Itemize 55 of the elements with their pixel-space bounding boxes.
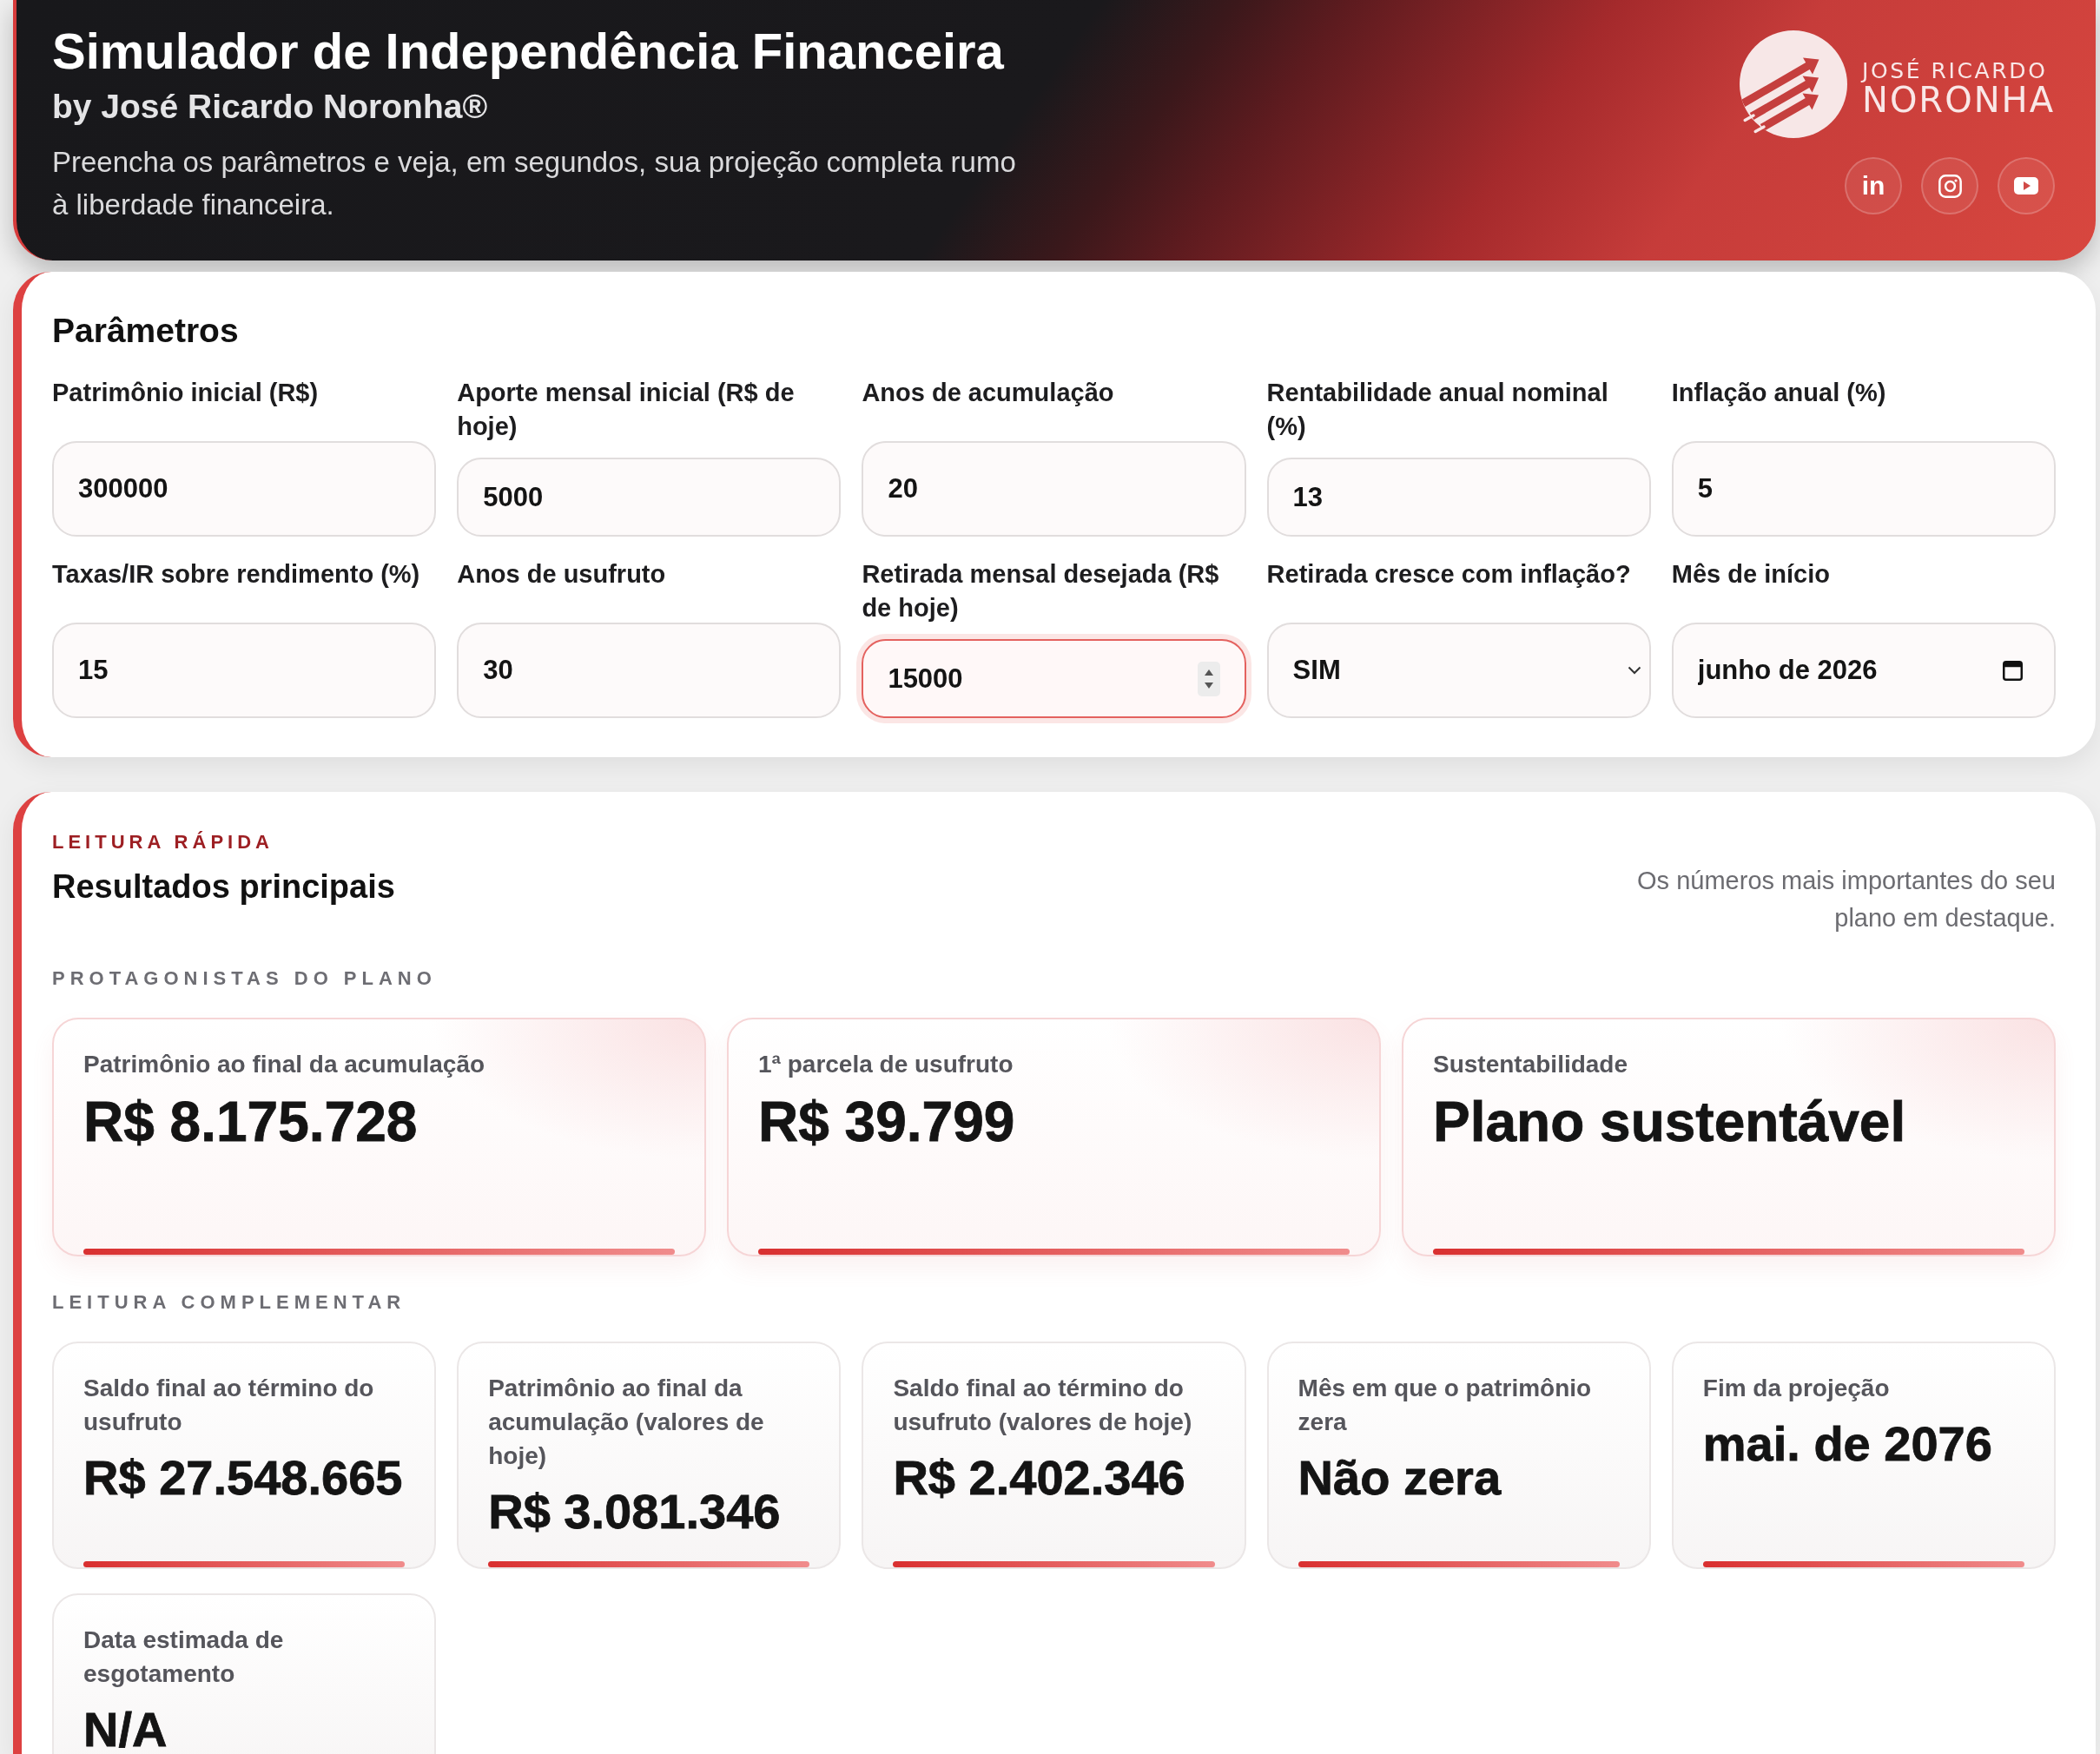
field-label: Anos de usufruto xyxy=(457,559,667,590)
section-title: Parâmetros xyxy=(52,311,240,351)
logo-text: NORONHA xyxy=(1861,82,2055,118)
page-title: Simulador de Independência Financeira xyxy=(52,23,1004,80)
field-label: Inflação anual (%) xyxy=(1671,378,1887,408)
group-heading: LEITURA COMPLEMENTAR xyxy=(52,1290,407,1315)
number-field[interactable]: 300000 xyxy=(52,440,437,537)
field-label: Retirada mensal desejada (R$ de hoje) xyxy=(862,559,1220,623)
result-value: Plano sustentável xyxy=(1433,1091,1907,1152)
byline: by José Ricardo Noronha® xyxy=(52,87,488,127)
result-label: Saldo final ao término do usufruto xyxy=(83,1374,375,1437)
number-field[interactable]: 5 xyxy=(1671,440,2056,537)
field-label: Anos de acumulação xyxy=(862,378,1115,408)
date-field[interactable]: junho de 2026 xyxy=(1671,622,2056,718)
result-label: Data estimada de esgotamento xyxy=(83,1625,285,1689)
result-value: R$ 39.799 xyxy=(758,1091,1016,1152)
rising-arrows-icon xyxy=(1739,30,1847,138)
result-value: R$ 3.081.346 xyxy=(488,1485,782,1539)
select-field[interactable]: SIM xyxy=(1266,622,1651,718)
field-label: Taxas/IR sobre rendimento (%) xyxy=(52,559,421,590)
section-note: Os números mais importantes do seu plano em destaque. xyxy=(1636,866,2056,933)
camera-icon xyxy=(1938,174,1962,198)
field-label: Patrimônio inicial (R$) xyxy=(52,378,320,408)
result-label: Patrimônio ao final da acumulação xyxy=(83,1050,486,1079)
result-label: Sustentabilidade xyxy=(1433,1050,1629,1079)
description: Preencha os parâmetros e veja, em segundos, sua projeção completa rumo à liberdade financeira. xyxy=(52,145,1017,222)
number-field[interactable]: 30 xyxy=(457,622,842,718)
result-value: R$ 27.548.665 xyxy=(83,1451,404,1505)
field-label: Rentabilidade anual nominal (%) xyxy=(1266,378,1609,442)
social-link[interactable]: in xyxy=(1845,157,1902,214)
field-label: Mês de início xyxy=(1671,559,1831,590)
result-value: N/A xyxy=(83,1703,168,1754)
result-label: Patrimônio ao final da acumulação (valores de hoje) xyxy=(488,1374,765,1471)
result-value: mai. de 2076 xyxy=(1702,1417,1993,1471)
section-title: Resultados principais xyxy=(52,867,395,907)
result-value: Não zera xyxy=(1298,1451,1502,1505)
result-label: 1ª parcela de usufruto xyxy=(758,1050,1014,1079)
calendar-icon[interactable] xyxy=(2003,659,2023,681)
result-label: Saldo final ao término do usufruto (valores de hoje) xyxy=(893,1374,1193,1437)
number-field[interactable]: 20 xyxy=(862,440,1246,537)
eyebrow-label: LEITURA RÁPIDA xyxy=(52,830,274,854)
result-value: R$ 8.175.728 xyxy=(83,1091,419,1152)
field-label: Aporte mensal inicial (R$ de hoje) xyxy=(457,378,796,442)
number-field[interactable]: 15 xyxy=(52,622,437,718)
number-field[interactable]: 13 xyxy=(1266,458,1651,537)
number-field[interactable]: 15000 xyxy=(862,639,1246,718)
logo-text: JOSÉ RICARDO xyxy=(1861,58,2048,84)
number-field[interactable]: 5000 xyxy=(457,458,842,537)
chevron-down-icon xyxy=(1627,665,1641,675)
video-play-icon xyxy=(2014,177,2038,195)
field-label: Retirada cresce com inflação? xyxy=(1266,559,1632,590)
result-value: R$ 2.402.346 xyxy=(893,1451,1186,1505)
result-label: Fim da projeção xyxy=(1702,1374,1891,1403)
result-label: Mês em que o patrimônio zera xyxy=(1298,1374,1593,1437)
group-heading: PROTAGONISTAS DO PLANO xyxy=(52,966,438,991)
